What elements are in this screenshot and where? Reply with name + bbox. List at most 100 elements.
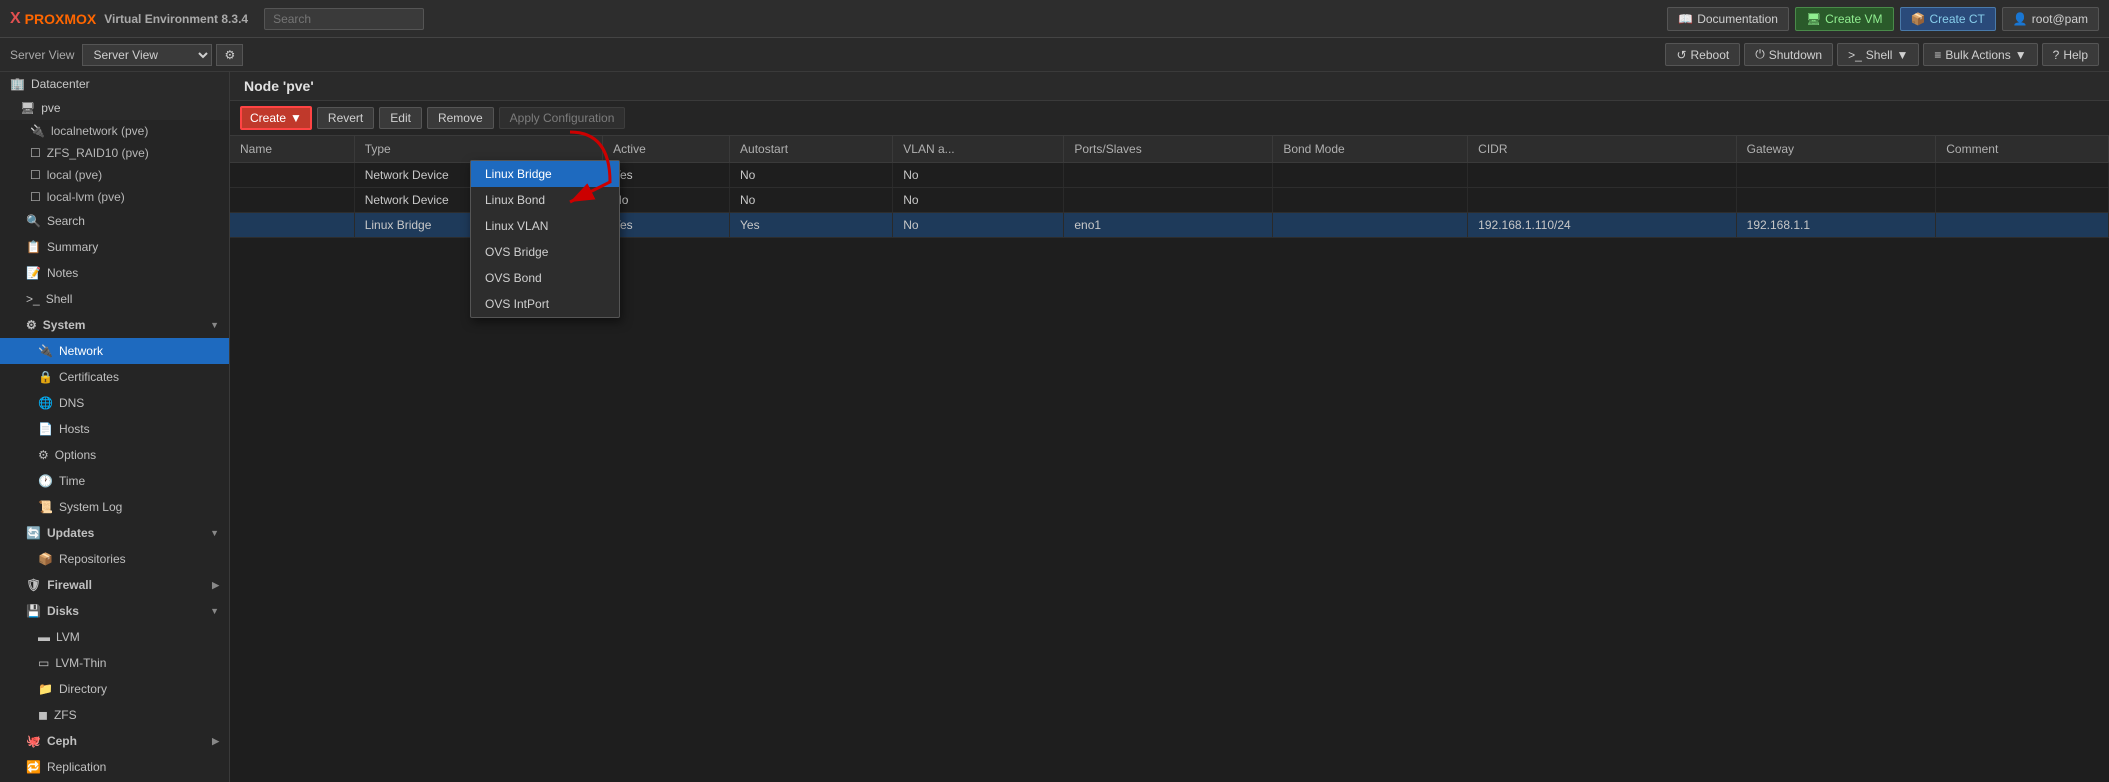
power-icon: ⏻ (1755, 47, 1765, 62)
server-icon: 🖥 (20, 101, 35, 115)
shell-button[interactable]: >_ Shell ▼ (1837, 43, 1919, 66)
zfs-label: ZFS (54, 708, 77, 722)
sidebar-item-datacenter[interactable]: 🏢 Datacenter (0, 72, 229, 96)
options-label: Options (55, 448, 96, 462)
sidebar-item-firewall[interactable]: 🛡 Firewall ▶ (0, 572, 229, 598)
logo-proxmox-text: PROXMOX (25, 11, 97, 27)
reboot-icon: ↺ (1676, 48, 1686, 62)
create-ovs-bridge[interactable]: OVS Bridge (471, 239, 619, 265)
logo: X PROXMOX Virtual Environment 8.3.4 (10, 10, 248, 28)
create-linux-bond[interactable]: Linux Bond (471, 187, 619, 213)
create-ct-button[interactable]: 📦 Create CT (1900, 7, 1996, 31)
sidebar-item-ceph[interactable]: 🐙 Ceph ▶ (0, 728, 229, 754)
bulk-icon: ≡ (1934, 48, 1941, 62)
sidebar-item-local[interactable]: ☐ local (pve) (0, 164, 229, 186)
lvm-thin-icon: ▭ (38, 656, 49, 670)
ceph-icon: 🐙 (26, 734, 41, 748)
sidebar-item-disks[interactable]: 💾 Disks ▼ (0, 598, 229, 624)
storage-icon-local: ☐ (30, 168, 41, 182)
search-label: Search (47, 214, 85, 228)
syslog-label: System Log (59, 500, 122, 514)
top-search-input[interactable] (264, 8, 424, 30)
create-ovs-intport[interactable]: OVS IntPort (471, 291, 619, 317)
revert-button[interactable]: Revert (317, 107, 374, 129)
cell-gateway (1736, 188, 1936, 213)
remove-button[interactable]: Remove (427, 107, 494, 129)
sidebar-item-replication[interactable]: 🔁 Replication (0, 754, 229, 780)
cell-active: No (603, 188, 730, 213)
sidebar-item-local-lvm[interactable]: ☐ local-lvm (pve) (0, 186, 229, 208)
lvm-icon: ▬ (38, 630, 50, 644)
sidebar-item-localnetwork[interactable]: 🔌 localnetwork (pve) (0, 120, 229, 142)
bulk-actions-button[interactable]: ≡ Bulk Actions ▼ (1923, 43, 2037, 66)
sidebar-item-dns[interactable]: 🌐 DNS (0, 390, 229, 416)
sidebar-item-search[interactable]: 🔍 Search (0, 208, 229, 234)
terminal-icon: >_ (1848, 48, 1862, 62)
create-vm-label: Create VM (1825, 12, 1882, 26)
sidebar-item-lvm-thin[interactable]: ▭ LVM-Thin (0, 650, 229, 676)
logo-x-icon: X (10, 10, 21, 28)
datacenter-icon: 🏢 (10, 77, 25, 91)
help-icon: ? (2053, 48, 2060, 62)
cell-gateway: 192.168.1.1 (1736, 213, 1936, 238)
sidebar-item-options[interactable]: ⚙ Options (0, 442, 229, 468)
sidebar-item-system[interactable]: ⚙ System ▼ (0, 312, 229, 338)
shell-sidebar-icon: >_ (26, 292, 40, 306)
reboot-button[interactable]: ↺ Reboot (1665, 43, 1740, 66)
updates-icon: 🔄 (26, 526, 41, 540)
apply-config-button[interactable]: Apply Configuration (499, 107, 626, 129)
cell-ports (1064, 188, 1273, 213)
cell-active: Yes (603, 213, 730, 238)
server-view-select[interactable]: Server View (82, 44, 212, 66)
firewall-expand-icon: ▶ (212, 580, 219, 591)
cell-comment (1936, 163, 2109, 188)
system-label: System (43, 318, 86, 332)
create-linux-bridge[interactable]: Linux Bridge (471, 161, 619, 187)
storage-icon-zfs: ☐ (30, 146, 41, 160)
linux-vlan-label: Linux VLAN (485, 219, 548, 233)
cube-icon: 📦 (1911, 12, 1926, 26)
documentation-button[interactable]: 📖 Documentation (1667, 7, 1789, 31)
sidebar-item-repositories[interactable]: 📦 Repositories (0, 546, 229, 572)
hosts-label: Hosts (59, 422, 90, 436)
sidebar-item-hosts[interactable]: 📄 Hosts (0, 416, 229, 442)
shutdown-button[interactable]: ⏻ Shutdown (1744, 43, 1833, 66)
sidebar-item-shell[interactable]: >_ Shell (0, 286, 229, 312)
ovs-bond-label: OVS Bond (485, 271, 542, 285)
sidebar: 🏢 Datacenter 🖥 pve 🔌 localnetwork (pve) … (0, 72, 230, 782)
sidebar-item-updates[interactable]: 🔄 Updates ▼ (0, 520, 229, 546)
sidebar-item-directory[interactable]: 📁 Directory (0, 676, 229, 702)
cell-comment (1936, 213, 2109, 238)
user-button[interactable]: 👤 root@pam (2002, 7, 2099, 31)
certificates-label: Certificates (59, 370, 119, 384)
sidebar-item-zfs[interactable]: ◼ ZFS (0, 702, 229, 728)
sidebar-item-zfs-raid10[interactable]: ☐ ZFS_RAID10 (pve) (0, 142, 229, 164)
create-button[interactable]: Create ▼ (240, 106, 312, 130)
sidebar-item-time[interactable]: 🕐 Time (0, 468, 229, 494)
sidebar-item-certificates[interactable]: 🔒 Certificates (0, 364, 229, 390)
sidebar-item-summary[interactable]: 📋 Summary (0, 234, 229, 260)
create-linux-vlan[interactable]: Linux VLAN (471, 213, 619, 239)
col-comment: Comment (1936, 136, 2109, 163)
sidebar-item-notes[interactable]: 📝 Notes (0, 260, 229, 286)
create-vm-button[interactable]: 🖥 Create VM (1795, 7, 1894, 31)
cell-name (230, 163, 354, 188)
storage-icon-local-lvm: ☐ (30, 190, 41, 204)
edit-button[interactable]: Edit (379, 107, 422, 129)
sidebar-item-pve[interactable]: 🖥 pve (0, 96, 229, 120)
sidebar-item-lvm[interactable]: ▬ LVM (0, 624, 229, 650)
datacenter-label: Datacenter (31, 77, 90, 91)
create-ovs-bond[interactable]: OVS Bond (471, 265, 619, 291)
gear-button[interactable]: ⚙ (216, 44, 243, 66)
help-button[interactable]: ? Help (2042, 43, 2099, 66)
content-area: Node 'pve' Create ▼ Revert Edit Remove A… (230, 72, 2109, 782)
cell-autostart: Yes (730, 213, 893, 238)
sidebar-item-network[interactable]: 🔌 Network (0, 338, 229, 364)
cell-vlan: No (893, 163, 1064, 188)
ovs-bridge-label: OVS Bridge (485, 245, 548, 259)
remove-label: Remove (438, 111, 483, 125)
cell-name (230, 188, 354, 213)
sidebar-item-syslog[interactable]: 📜 System Log (0, 494, 229, 520)
linux-bridge-label: Linux Bridge (485, 167, 552, 181)
revert-label: Revert (328, 111, 363, 125)
